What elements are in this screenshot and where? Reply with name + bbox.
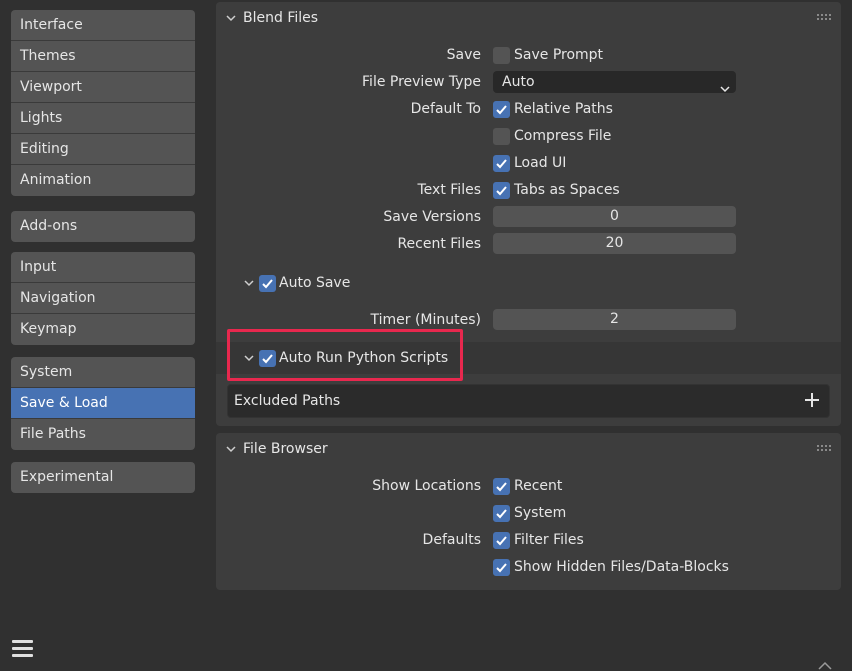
save-versions-field[interactable]: 0 — [493, 206, 736, 227]
compress-file-checkbox[interactable] — [493, 128, 510, 145]
file-browser-header[interactable]: File Browser — [216, 433, 841, 465]
checkmark-icon — [496, 105, 507, 115]
filter-files-label: Filter Files — [514, 532, 584, 548]
drag-grip-icon[interactable] — [817, 14, 833, 22]
timer-minutes-label: Timer (Minutes) — [370, 312, 481, 328]
checkmark-icon — [496, 186, 507, 196]
defaults-label: Defaults — [422, 532, 481, 548]
save-versions-label: Save Versions — [383, 209, 481, 225]
file-browser-panel: File Browser Show Locations Recent Syste… — [216, 433, 841, 590]
blend-files-panel: Blend Files Save Save Prompt File Previe… — [216, 2, 841, 426]
chevron-down-icon — [244, 353, 254, 363]
blend-files-header[interactable]: Blend Files — [216, 2, 841, 34]
compress-file-label: Compress File — [514, 128, 612, 144]
nav-group-input: Input Navigation Keymap — [11, 252, 195, 345]
chevron-down-icon — [226, 13, 236, 23]
sidebar-item-experimental[interactable]: Experimental — [11, 462, 195, 493]
sidebar-item-input[interactable]: Input — [11, 252, 195, 283]
checkmark-icon — [262, 354, 273, 364]
excluded-paths-list: Excluded Paths — [227, 384, 830, 418]
sidebar-item-themes[interactable]: Themes — [11, 41, 195, 72]
sidebar-item-addons[interactable]: Add-ons — [11, 211, 195, 242]
sidebar-item-lights[interactable]: Lights — [11, 103, 195, 134]
auto-save-subpanel-header[interactable]: Auto Save — [216, 267, 841, 299]
checkmark-icon — [496, 563, 507, 573]
panel-title: File Browser — [243, 441, 328, 457]
chevron-down-icon — [226, 444, 236, 454]
menu-icon[interactable] — [12, 640, 33, 658]
auto-run-python-checkbox[interactable] — [259, 350, 276, 367]
show-hidden-checkbox[interactable] — [493, 559, 510, 576]
auto-run-python-label: Auto Run Python Scripts — [279, 350, 449, 366]
auto-save-checkbox[interactable] — [259, 275, 276, 292]
recent-files-field[interactable]: 20 — [493, 233, 736, 254]
show-locations-label: Show Locations — [372, 478, 481, 494]
auto-save-label: Auto Save — [279, 275, 351, 291]
text-files-label: Text Files — [417, 182, 482, 198]
save-label: Save — [446, 47, 481, 63]
show-hidden-label: Show Hidden Files/Data-Blocks — [514, 559, 729, 575]
sidebar-item-navigation[interactable]: Navigation — [11, 283, 195, 314]
relative-paths-label: Relative Paths — [514, 101, 613, 117]
file-preview-type-label: File Preview Type — [362, 74, 481, 90]
system-label: System — [514, 505, 567, 521]
sidebar-item-system[interactable]: System — [11, 357, 195, 388]
relative-paths-checkbox[interactable] — [493, 101, 510, 118]
sidebar-item-animation[interactable]: Animation — [11, 165, 195, 196]
checkmark-icon — [496, 536, 507, 546]
load-ui-label: Load UI — [514, 155, 567, 171]
preferences-main: Blend Files Save Save Prompt File Previe… — [216, 0, 852, 671]
tabs-as-spaces-label: Tabs as Spaces — [514, 182, 620, 198]
nav-group-ui: Interface Themes Viewport Lights Editing… — [11, 10, 195, 196]
auto-run-python-subpanel-header[interactable]: Auto Run Python Scripts — [216, 342, 841, 374]
drag-grip-icon[interactable] — [817, 445, 833, 453]
checkmark-icon — [496, 509, 507, 519]
save-prompt-label: Save Prompt — [514, 47, 604, 63]
filter-files-checkbox[interactable] — [493, 532, 510, 549]
recent-checkbox[interactable] — [493, 478, 510, 495]
checkmark-icon — [496, 482, 507, 492]
recent-files-label: Recent Files — [397, 236, 481, 252]
load-ui-checkbox[interactable] — [493, 155, 510, 172]
excluded-paths-label: Excluded Paths — [234, 393, 341, 409]
sidebar-item-interface[interactable]: Interface — [11, 10, 195, 41]
checkmark-icon — [262, 279, 273, 289]
add-excluded-path-icon[interactable] — [805, 393, 819, 407]
sidebar-item-save-load[interactable]: Save & Load — [11, 388, 195, 419]
sidebar-item-file-paths[interactable]: File Paths — [11, 419, 195, 450]
default-to-label: Default To — [410, 101, 481, 117]
panel-title: Blend Files — [243, 10, 319, 26]
preferences-sidebar: Interface Themes Viewport Lights Editing… — [0, 0, 210, 671]
nav-group-experimental: Experimental — [11, 462, 195, 493]
nav-group-system: System Save & Load File Paths — [11, 357, 195, 450]
tabs-as-spaces-checkbox[interactable] — [493, 182, 510, 199]
chevron-up-icon[interactable] — [817, 658, 833, 671]
chevron-down-icon — [244, 278, 254, 288]
file-preview-type-dropdown[interactable]: Auto — [493, 71, 736, 93]
system-checkbox[interactable] — [493, 505, 510, 522]
recent-label: Recent — [514, 478, 563, 494]
checkmark-icon — [496, 159, 507, 169]
nav-group-addons: Add-ons — [11, 211, 195, 242]
save-prompt-checkbox[interactable] — [493, 47, 510, 64]
timer-minutes-field[interactable]: 2 — [493, 309, 736, 330]
sidebar-item-viewport[interactable]: Viewport — [11, 72, 195, 103]
sidebar-item-keymap[interactable]: Keymap — [11, 314, 195, 345]
sidebar-item-editing[interactable]: Editing — [11, 134, 195, 165]
chevron-down-icon — [720, 78, 730, 100]
file-preview-type-value: Auto — [502, 74, 535, 90]
